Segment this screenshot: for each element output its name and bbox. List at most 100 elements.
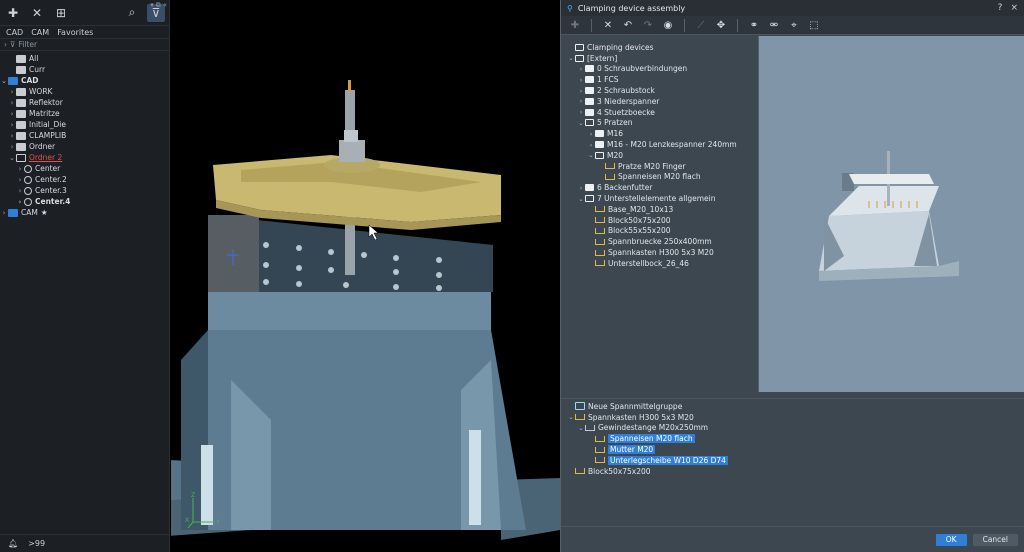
tree-item[interactable]: › 6 Backenfutter (567, 182, 758, 193)
chevron-right-icon[interactable]: › (577, 108, 585, 116)
cube-icon[interactable]: ⬚ (804, 17, 824, 34)
pin-icon[interactable]: ▾ (150, 1, 154, 10)
chevron-right-icon[interactable]: › (587, 141, 595, 149)
tree-item[interactable]: › Matritze (0, 108, 169, 119)
tree-item[interactable]: Spanneisen M20 flach (567, 172, 758, 183)
popout-icon[interactable]: ⧉ (156, 1, 161, 10)
tab-cam[interactable]: CAM (31, 28, 49, 37)
tree-item[interactable]: › Center.4 (0, 196, 169, 207)
tree-item[interactable]: ⌄ 7 Unterstellelemente allgemein (567, 193, 758, 204)
tree-item[interactable]: Spanneisen M20 flach (567, 433, 1024, 444)
notification-count[interactable]: >99 (28, 539, 45, 548)
tree-item[interactable]: Spannkasten H300 5x3 M20 (567, 247, 758, 258)
filter-row[interactable]: › ⊽ Filter (0, 39, 169, 51)
chevron-down-icon[interactable]: ⌄ (577, 424, 585, 432)
cancel-button[interactable]: Cancel (972, 533, 1018, 546)
tree-item[interactable]: › M16 - M20 Lenzkespanner 240mm (567, 139, 758, 150)
viewport-scene[interactable] (171, 0, 560, 552)
tab-cad[interactable]: CAD (6, 28, 23, 37)
pick-icon[interactable]: ⌖ (784, 17, 804, 34)
move-icon[interactable]: ✥ (711, 17, 731, 34)
tab-favorites[interactable]: Favorites (57, 28, 93, 37)
tree-item[interactable]: › Center.2 (0, 174, 169, 185)
tree-item[interactable]: Block50x75x200 (567, 215, 758, 226)
tree-item[interactable]: › 3 Niederspanner (567, 96, 758, 107)
back-icon[interactable]: « (163, 1, 167, 10)
tree-item[interactable]: ⌄ M20 (567, 150, 758, 161)
tree-item[interactable]: › Reflektor (0, 97, 169, 108)
tree-item[interactable]: Mutter M20 (567, 444, 1024, 455)
tree-item[interactable]: ⌄ Ordner 2 (0, 152, 169, 163)
tree-item[interactable]: Curr (0, 64, 169, 75)
chevron-right-icon[interactable]: › (8, 121, 16, 129)
rotate-left-icon[interactable]: ↶ (618, 17, 638, 34)
close-button[interactable]: × (1010, 3, 1018, 13)
chevron-right-icon[interactable]: › (577, 87, 585, 95)
tree-item[interactable]: › CAM ★ (0, 207, 169, 218)
tree-item[interactable]: ⌄ [Extern] (567, 53, 758, 64)
chevron-down-icon[interactable]: ⌄ (567, 54, 575, 62)
tree-item[interactable]: Block55x55x200 (567, 226, 758, 237)
chevron-right-icon[interactable]: › (0, 209, 8, 217)
tree-icon[interactable]: ⊞ (52, 4, 70, 22)
rotate-right-icon[interactable]: ↷ (638, 17, 658, 34)
tree-item[interactable]: › Ordner (0, 141, 169, 152)
chevron-right-icon[interactable]: › (577, 184, 585, 192)
tree-item[interactable]: Base_M20_10x13 (567, 204, 758, 215)
search-icon[interactable]: ⌕ (123, 4, 141, 22)
tree-item[interactable]: ⌄ Gewindestange M20x250mm (567, 423, 1024, 434)
star-icon[interactable]: ★ (41, 208, 48, 217)
chevron-right-icon[interactable]: › (8, 88, 16, 96)
chevron-right-icon[interactable]: › (577, 65, 585, 73)
tree-item[interactable]: ⌄ CAD (0, 75, 169, 86)
tree-item[interactable]: ⌄ 5 Pratzen (567, 118, 758, 129)
tree-item[interactable]: › WORK (0, 86, 169, 97)
chevron-right-icon[interactable]: › (8, 132, 16, 140)
chevron-right-icon[interactable]: › (8, 99, 16, 107)
tree-item[interactable]: Block50x75x200 (567, 466, 1024, 477)
chevron-right-icon[interactable]: › (16, 187, 24, 195)
chevron-right-icon[interactable]: › (577, 76, 585, 84)
tree-item[interactable]: › CLAMPLIB (0, 130, 169, 141)
collapse-icon[interactable]: ✕ (28, 4, 46, 22)
tree-item[interactable]: Pratze M20 Finger (567, 161, 758, 172)
add-icon[interactable]: ✚ (4, 4, 22, 22)
tree-item[interactable]: ⌄ Spannkasten H300 5x3 M20 (567, 412, 1024, 423)
tree-item[interactable]: Clamping devices (567, 42, 758, 53)
chevron-down-icon[interactable]: ⌄ (567, 413, 575, 421)
help-button[interactable]: ? (998, 3, 1003, 13)
bell-icon[interactable]: 🔔︎ (8, 539, 18, 548)
chevron-right-icon[interactable]: › (587, 130, 595, 138)
unlink-icon[interactable]: ⚮ (764, 17, 784, 34)
tree-item[interactable]: › 0 Schraubverbindungen (567, 64, 758, 75)
tree-item[interactable]: › 4 Stuetzboecke (567, 107, 758, 118)
add-icon[interactable]: ✚ (565, 17, 585, 34)
tree-item[interactable]: Unterstellbock_26_46 (567, 258, 758, 269)
link-icon[interactable]: ⚭ (744, 17, 764, 34)
tree-item[interactable]: › Center (0, 163, 169, 174)
tree-item[interactable]: › M16 (567, 128, 758, 139)
tree-item[interactable]: All (0, 53, 169, 64)
chevron-down-icon[interactable]: ⌄ (577, 195, 585, 203)
chevron-down-icon[interactable]: ⌄ (577, 119, 585, 127)
tree-item[interactable]: › 2 Schraubstock (567, 85, 758, 96)
tree-item[interactable]: › 1 FCS (567, 74, 758, 85)
chevron-right-icon[interactable]: › (8, 143, 16, 151)
tree-item[interactable]: Neue Spannmittelgruppe (567, 401, 1024, 412)
tree-item[interactable]: Unterlegscheibe W10 D26 D74 (567, 455, 1024, 466)
chevron-down-icon[interactable]: ⌄ (8, 154, 16, 162)
chevron-right-icon[interactable]: › (16, 198, 24, 206)
tree-item[interactable]: Spannbruecke 250x400mm (567, 236, 758, 247)
chevron-right-icon[interactable]: › (16, 176, 24, 184)
tree-item[interactable]: › Initial_Die (0, 119, 169, 130)
ok-button[interactable]: OK (935, 533, 967, 546)
align-icon[interactable]: ⟋ (691, 17, 711, 34)
tree-item[interactable]: › Center.3 (0, 185, 169, 196)
chevron-right-icon[interactable]: › (8, 110, 16, 118)
chevron-right-icon[interactable]: › (16, 165, 24, 173)
3d-viewport[interactable]: Z Y X (171, 0, 560, 552)
delete-icon[interactable]: ✕ (598, 17, 618, 34)
chevron-down-icon[interactable]: ⌄ (0, 77, 8, 85)
chevron-right-icon[interactable]: › (577, 97, 585, 105)
chevron-down-icon[interactable]: ⌄ (587, 151, 595, 159)
